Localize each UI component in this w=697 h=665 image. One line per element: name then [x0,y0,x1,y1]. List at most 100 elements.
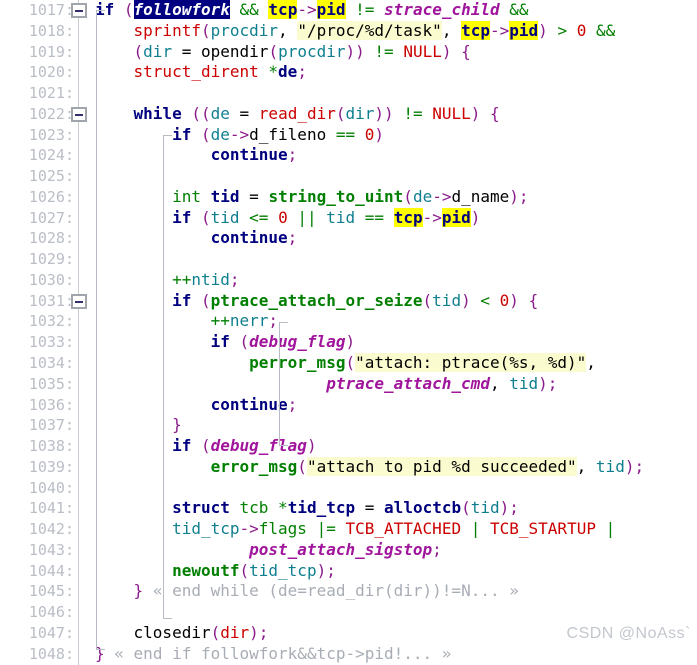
token-brace: { [490,103,500,123]
code-line[interactable]: while ((de = read_dir(dir)) != NULL) { [80,104,697,125]
token-semicolon: ; [287,394,298,414]
token-operator: | [470,519,481,539]
line-number: 1032: [28,312,74,331]
token-semicolon: ; [287,228,298,248]
code-line[interactable]: newoutf(tid_tcp); [80,561,697,582]
code-line[interactable]: continue; [80,395,697,416]
token-paren: ( [123,0,134,19]
token-semicolon: ; [547,373,558,393]
token-keyword-if: if [172,207,192,227]
code-line[interactable]: int tid = string_to_uint(de->d_name); [80,187,697,208]
token-paren: ) [461,290,471,310]
line-number: 1045: [28,582,74,601]
code-line[interactable]: perror_msg("attach: ptrace(%s, %d)", [80,353,697,374]
code-line[interactable]: } [80,415,697,436]
token-selected-followfork[interactable]: followfork [133,0,230,19]
code-line[interactable] [80,249,697,270]
token-type-int: int [172,186,201,206]
code-line[interactable] [80,602,697,623]
code-line[interactable]: if (tid <= 0 || tid == tcp->pid) [80,207,697,229]
code-line[interactable] [80,83,697,104]
line-number: 1024: [28,146,74,165]
token-highlight-tcp[interactable]: tcp [393,207,423,227]
token-brace: { [461,41,471,61]
token-operator: > [557,20,568,40]
token-paren: )) [345,41,365,61]
token-highlight-pid[interactable]: pid [316,0,346,19]
code-viewport[interactable]: if (followfork && tcp->pid != strace_chi… [80,0,697,665]
token-paren: ( [297,456,307,476]
token-identifier-tid: tid [470,498,500,518]
token-paren: ( [335,103,346,123]
token-brace: { [528,290,539,310]
token-highlight-tcp[interactable]: tcp [461,20,490,40]
code-line[interactable]: sprintf(procdir, "/proc/%d/task", tcp->p… [80,20,697,42]
code-line[interactable]: error_msg("attach to pid %d succeeded", … [80,456,697,478]
token-paren: ) [509,186,519,206]
line-number: 1017: [0,0,87,21]
token-highlight-tcp[interactable]: tcp [268,0,298,19]
token-operator: && [596,20,616,40]
token-identifier-tid: tid [210,207,240,227]
code-line[interactable]: continue; [80,228,697,249]
code-line[interactable] [80,478,697,499]
token-operator: = [364,498,375,518]
code-line[interactable]: } « end if followfork&&tcp->pid!... » [80,644,697,665]
line-number: 1028: [28,229,74,248]
token-operator: != [403,103,423,123]
code-line[interactable]: continue; [80,145,697,166]
token-paren: ( [200,436,211,456]
token-function-sprintf: sprintf [133,20,201,40]
token-function-read-dir: read_dir [258,103,336,123]
code-line[interactable]: if (debug_flag) [80,332,697,353]
code-line[interactable]: tid_tcp->flags |= TCB_ATTACHED | TCB_STA… [80,519,697,540]
token-paren: ) [538,373,548,393]
code-line[interactable]: ++nerr; [80,311,697,332]
folded-block-comment-if[interactable]: « end if followfork&&tcp->pid!... » [114,644,451,663]
code-editor[interactable]: 1017: 1018: 1019: 1020: 1021: 1022: 1023: 1024:… [0,0,697,665]
token-identifier-tid: tid [509,373,539,393]
token-paren: ( [133,41,144,61]
token-operator: != [355,0,375,19]
code-line[interactable]: ptrace_attach_cmd, tid); [80,374,697,395]
code-line[interactable]: if (ptrace_attach_or_seize(tid) < 0) { [80,291,697,312]
code-line[interactable]: post_attach_sigstop; [80,540,697,561]
code-line[interactable] [80,166,697,187]
token-operator: || [297,207,317,227]
token-arrow: -> [297,0,317,19]
token-arrow: -> [422,207,442,227]
code-line[interactable]: struct_dirent *de; [80,62,697,83]
token-keyword-if: if [172,124,192,144]
code-line[interactable]: ++ntid; [80,270,697,291]
token-identifier-dir: dir [143,41,173,61]
token-keyword-continue: continue [210,394,288,414]
token-operator: * [268,62,279,82]
token-paren: ) [249,622,259,642]
code-line[interactable]: (dir = opendir(procdir)) != NULL) { [80,42,697,63]
line-number: 1019: [28,42,74,61]
token-keyword-struct: struct [172,498,230,518]
token-identifier-ntid: ntid [191,269,230,289]
token-operator: == [335,124,356,144]
token-function-closedir: closedir [133,622,211,642]
token-type-tcb: tcb [239,498,269,518]
code-line[interactable]: } « end while (de=read_dir(dir))!=N... » [80,581,697,602]
line-number: 1018: [28,21,74,40]
token-macro-tcb-attached: TCB_ATTACHED [345,519,462,539]
code-line[interactable]: if (debug_flag) [80,436,697,457]
token-number: 0 [364,124,375,144]
line-number: 1042: [28,520,74,539]
code-line[interactable]: if (de->d_fileno == 0) [80,125,697,146]
code-line[interactable]: struct tcb *tid_tcp = alloctcb(tid); [80,498,697,519]
token-identifier-tid: tid [595,456,625,476]
token-operator: && [509,0,529,19]
token-operator: = [239,103,250,123]
token-highlight-pid[interactable]: pid [509,20,539,40]
folded-block-comment-while[interactable]: « end while (de=read_dir(dir))!=N... » [153,581,519,600]
line-number: 1048: [28,644,74,663]
line-number: 1022: [0,104,87,125]
token-highlight-pid[interactable]: pid [441,207,471,227]
token-identifier-procdir: procdir [278,41,346,61]
line-number: 1027: [28,208,74,227]
code-line[interactable]: if (followfork && tcp->pid != strace_chi… [80,0,697,21]
